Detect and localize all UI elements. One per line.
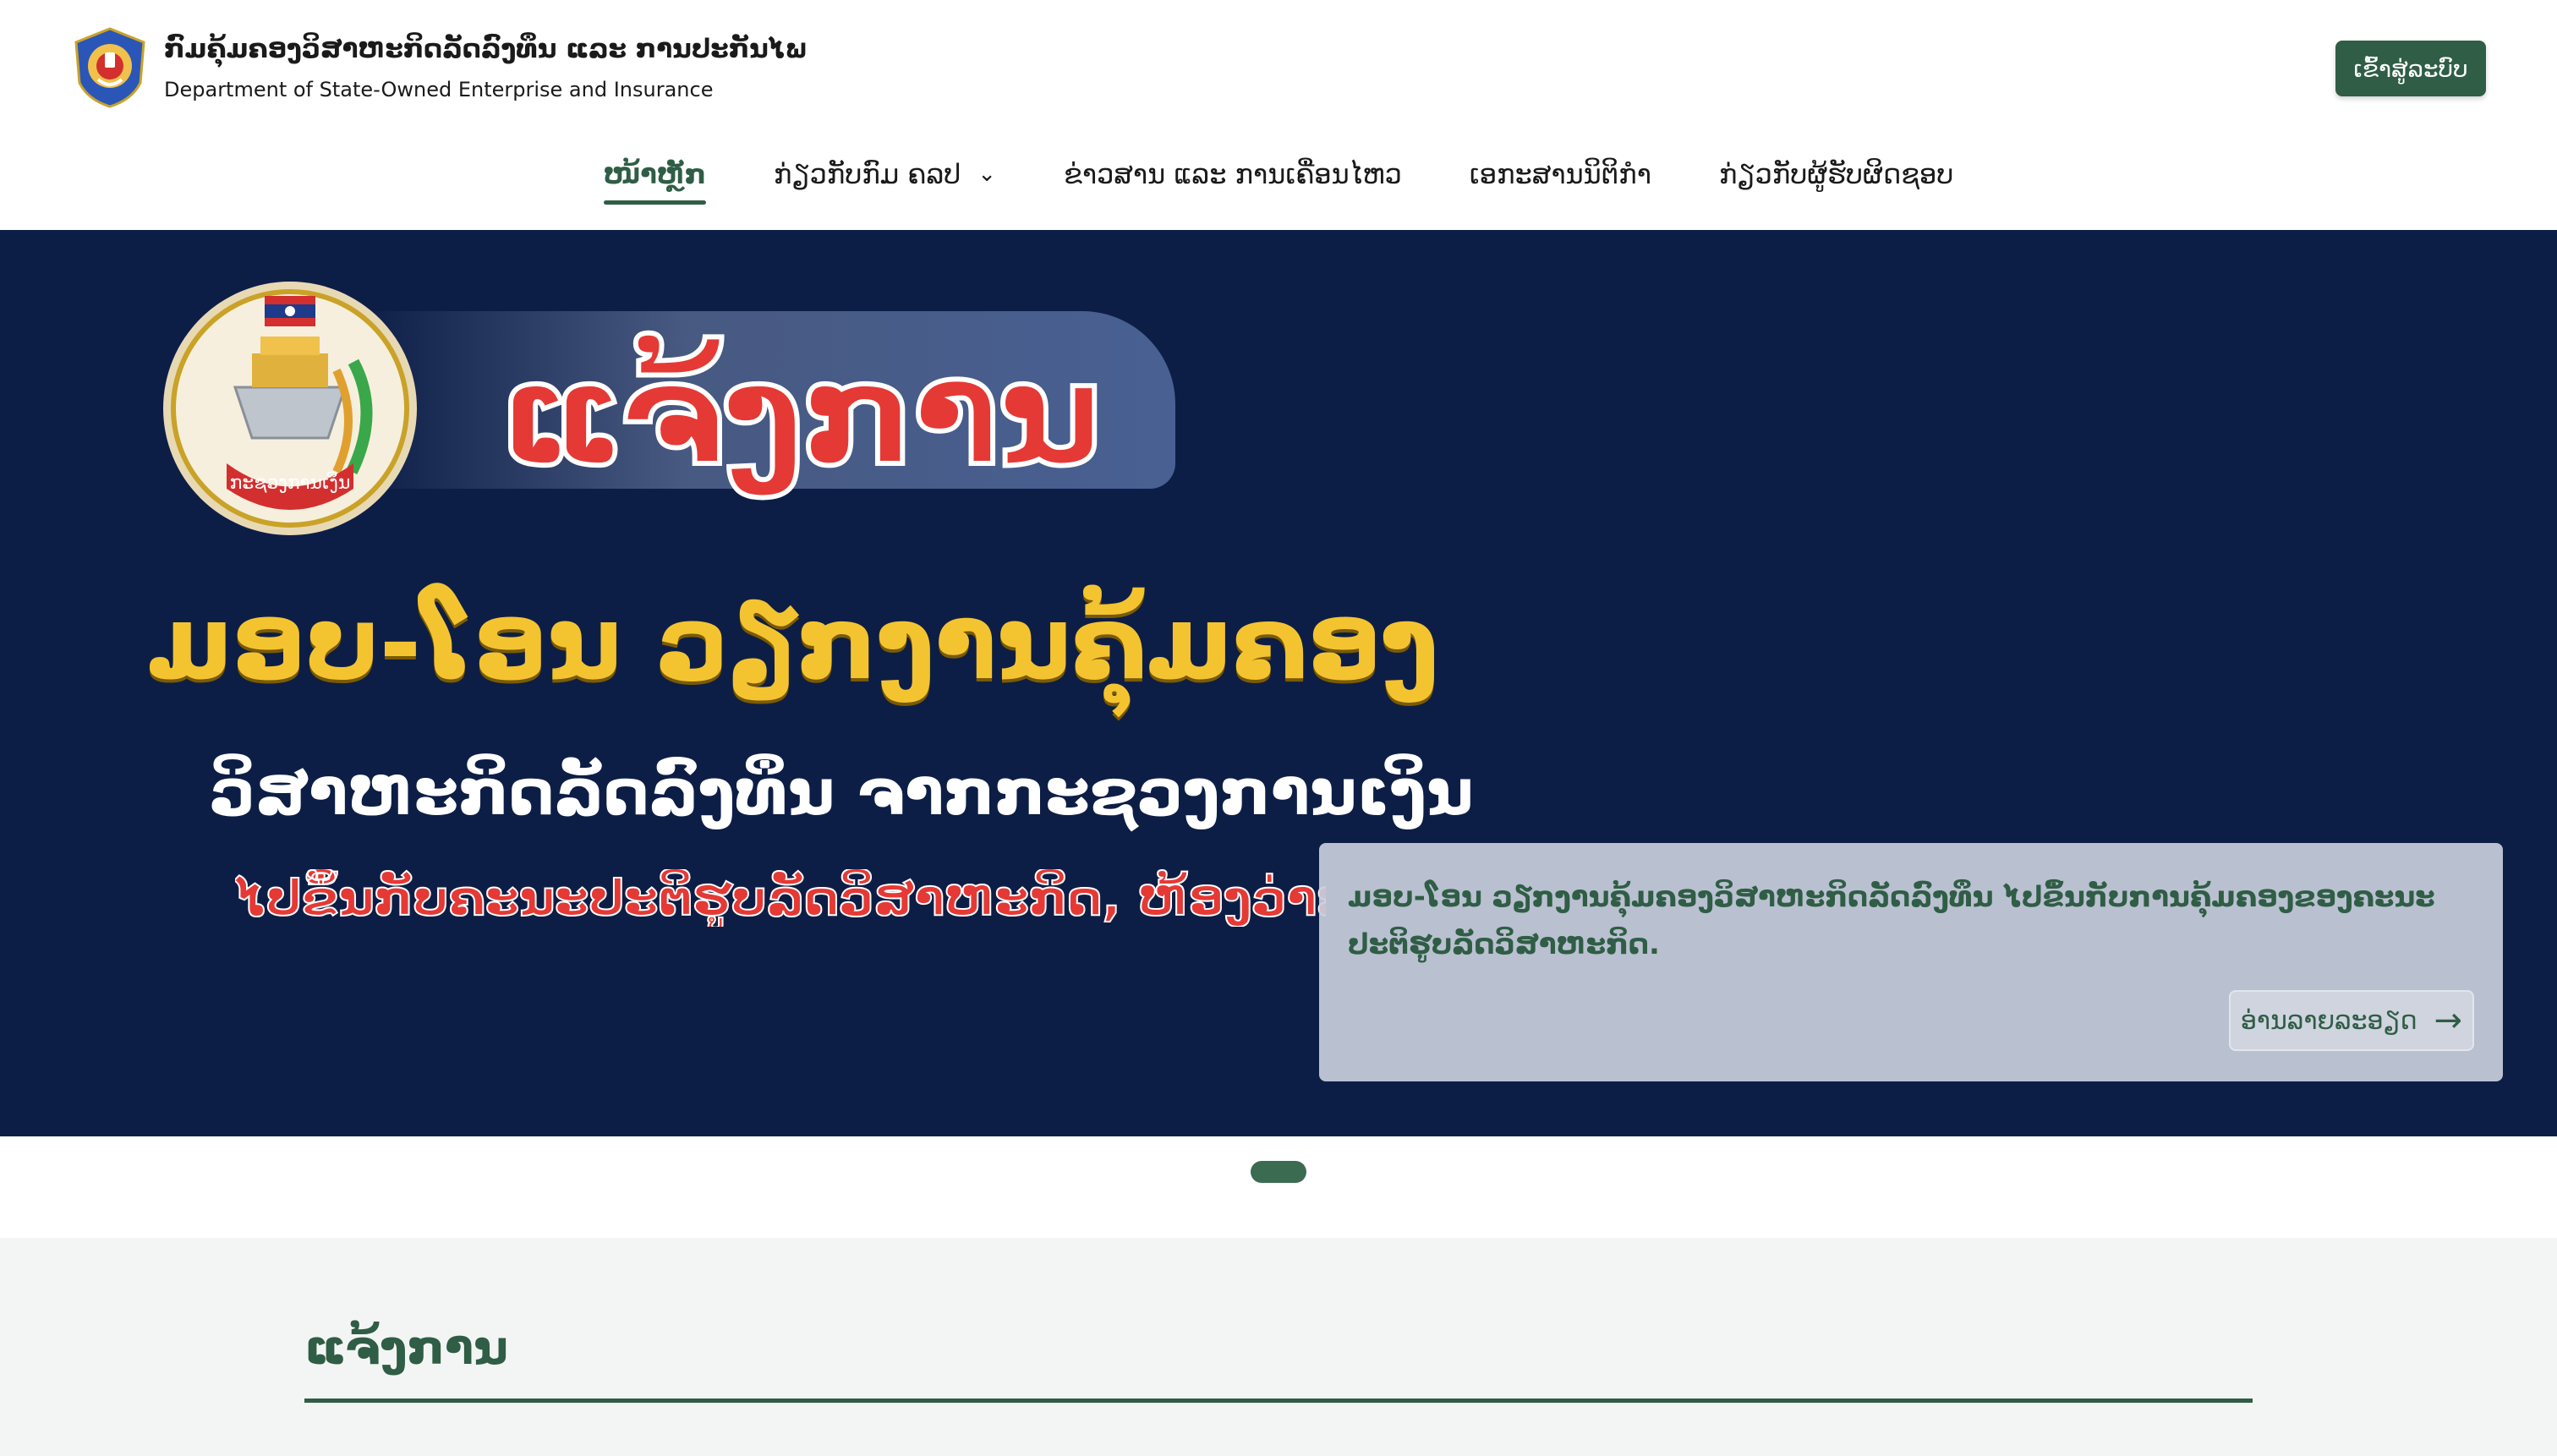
carousel-pagination [0, 1136, 2557, 1238]
announcements-section: ແຈ້ງການ [0, 1238, 2557, 1456]
nav-item-label: ໜ້າຫຼັກ [603, 158, 706, 190]
read-more-button[interactable]: ອ່ານລາຍລະອຽດ → [2229, 990, 2474, 1051]
nav-item-label: ກ່ຽວກັບຜູ້ຮັບຜິດຊອບ [1718, 158, 1954, 190]
section-divider [304, 1399, 2253, 1403]
org-name-lao: ກົມຄຸ້ມຄອງວິສາຫະກິດລັດລົງທຶນ ແລະ ການປະກັ… [164, 34, 808, 64]
banner-headline: ມອບ-ໂອນ ວຽກງານຄຸ້ມຄອງ [147, 585, 1439, 703]
main-nav: ໜ້າຫຼັກ ກ່ຽວກັບກົມ ຄລປ ⌄ ຂ່າວສານ ແລະ ການ… [0, 144, 2557, 205]
arrow-right-icon: → [2434, 1001, 2463, 1040]
carousel-dot-active[interactable] [1251, 1161, 1306, 1183]
banner-title: ແຈ້ງການ [496, 329, 1104, 500]
org-name-english: Department of State-Owned Enterprise and… [164, 78, 714, 101]
hero-carousel: ກະຊວງການເງິນ ແຈ້ງການ ມອບ-ໂອນ ວຽກງານຄຸ້ມຄ… [0, 230, 2557, 1136]
nav-item-label: ຂ່າວສານ ແລະ ການເຄື່ອນໄຫວ [1064, 158, 1402, 190]
nav-item-about-department[interactable]: ກ່ຽວກັບກົມ ຄລປ ⌄ [774, 144, 996, 205]
nav-item-news[interactable]: ຂ່າວສານ ແລະ ການເຄື່ອນໄຫວ [1064, 144, 1402, 205]
banner-tagline: ໄປຂຶ້ນກັບຄະນະປະຕິຮູບລັດວິສາຫະກິດ, ຫ້ອງວ່… [235, 869, 1326, 927]
site-header: ກົມຄຸ້ມຄອງວິສາຫະກິດລັດລົງທຶນ ແລະ ການປະກັ… [0, 0, 2557, 230]
section-title: ແຈ້ງການ [304, 1321, 508, 1376]
read-more-label: ອ່ານລາຍລະອຽດ [2240, 1005, 2417, 1036]
chevron-down-icon: ⌄ [977, 161, 997, 187]
nav-item-legal-documents[interactable]: ເອກະສານນິຕິກຳ [1470, 144, 1651, 205]
nav-item-label: ເອກະສານນິຕິກຳ [1469, 158, 1651, 190]
slide-caption: ມອບ-ໂອນ ວຽກງານຄຸ້ມຄອງວິສາຫະກິດລັດລົງທຶນ … [1319, 843, 2503, 1081]
login-button[interactable]: ເຂົ້າສູ່ລະບົບ [2335, 41, 2486, 96]
seal-text: ກະຊວງການເງິນ [230, 472, 351, 494]
ministry-of-finance-seal-icon: ກະຊວງການເງິນ [163, 282, 417, 535]
slide-caption-text: ມອບ-ໂອນ ວຽກງານຄຸ້ມຄອງວິສາຫະກິດລັດລົງທຶນ … [1348, 880, 2435, 961]
department-logo-icon[interactable] [73, 27, 147, 108]
nav-item-label: ກ່ຽວກັບກົມ ຄລປ [773, 158, 961, 190]
banner-subheadline: ວິສາຫະກິດລັດລົງທຶນ ຈາກກະຊວງການເງິນ [210, 754, 1474, 829]
nav-item-home[interactable]: ໜ້າຫຼັກ [603, 144, 707, 205]
nav-item-responsible-persons[interactable]: ກ່ຽວກັບຜູ້ຮັບຜິດຊອບ [1719, 144, 1953, 205]
